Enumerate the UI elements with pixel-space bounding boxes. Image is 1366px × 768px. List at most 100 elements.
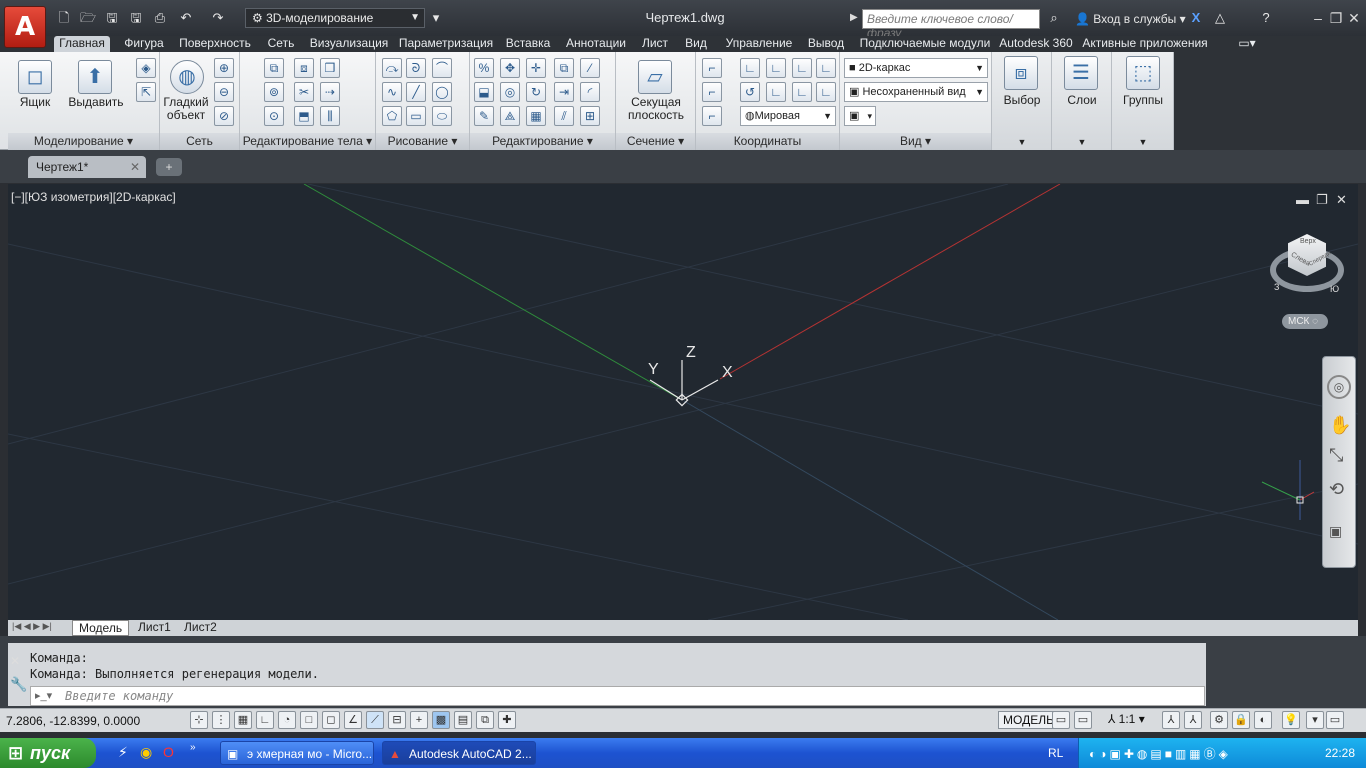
panel-title[interactable]: Координаты [696,133,839,150]
layout-nav-first-icon[interactable]: |◀ ◀ ▶ ▶| [12,621,52,632]
groups-label[interactable]: Группы [1112,94,1174,107]
tab-layout[interactable]: Лист [638,36,672,52]
3d-osnap-icon[interactable]: ◻ [322,711,340,729]
tab-view[interactable]: Вид [680,36,712,52]
quick-properties-icon[interactable]: ▤ [454,711,472,729]
exchange-icon[interactable]: X [1188,10,1204,26]
ucs-object-icon[interactable]: ∟ [816,58,836,78]
chrome-icon[interactable]: ◉ [140,744,152,761]
panel-title[interactable]: Рисование ▾ [376,133,469,150]
ribbon-toggle-icon[interactable]: ▭▾ [1234,36,1260,52]
ucs-face-icon[interactable]: ⌐ [702,82,722,102]
tab-featured-apps[interactable]: Активные приложения [1082,36,1208,52]
language-indicator[interactable]: RL [1048,746,1063,760]
ucs-3point-icon[interactable]: ⌐ [702,106,722,126]
polar-tracking-icon[interactable]: ◔ [278,711,296,729]
polyline-icon[interactable]: ⤼ [382,58,402,78]
edit-icon[interactable]: ✎ [474,106,494,126]
arc-icon[interactable]: ⌒ [432,58,452,78]
model-space-toggle[interactable]: МОДЕЛЬ [998,711,1059,729]
trim-icon[interactable]: ⁄ [580,58,600,78]
section-plane-icon[interactable]: ▱ [638,60,672,94]
drawing-viewport[interactable]: Z Y X ▬ ❐ ✕ З Ю Верх Слева Спереди МСК ◌… [8,184,1358,620]
selection-cube-icon[interactable]: ⧈ [1004,56,1038,90]
viewport-config-combo[interactable]: ▣ ▾ [844,106,876,126]
infer-constraints-icon[interactable]: ⊹ [190,711,208,729]
intersect-icon[interactable]: ⊚ [264,82,284,102]
auto-scale-icon[interactable]: ⅄ [1184,711,1202,729]
union-icon[interactable]: ⧉ [264,58,284,78]
lock-ui-icon[interactable]: 🔒 [1232,711,1250,729]
stretch-icon[interactable]: ⇥ [554,82,574,102]
osnap-icon[interactable]: □ [300,711,318,729]
grid-display-icon[interactable]: ▦ [234,711,252,729]
slice-icon[interactable]: ✂ [294,82,314,102]
tab-insert[interactable]: Вставка [502,36,554,52]
quick-view-drawings-icon[interactable]: ▭ [1074,711,1092,729]
smooth-object-icon[interactable]: ◍ [170,60,204,94]
transparency-icon[interactable]: ▩ [432,711,450,729]
smooth-object-label[interactable]: Гладкий объект [160,96,212,122]
chevron-down-icon[interactable]: ▼ [992,136,1052,149]
binoculars-icon[interactable]: ⌕ [1046,10,1062,26]
section-plane-label[interactable]: Секущая плоскость [618,96,694,122]
chevron-down-icon[interactable]: ▼ [1112,136,1174,149]
tray-icons[interactable]: ◐◑▣✚◍▤■▥▦Ⓑ◈ [1089,745,1231,762]
orbit-icon[interactable]: ⟲ [1329,479,1344,500]
close-button[interactable]: ✕ [1346,10,1362,27]
mesh-remove-icon[interactable]: ⊖ [214,82,234,102]
mesh-add-icon[interactable]: ⊕ [214,58,234,78]
polysolid-icon[interactable]: ◈ [136,58,156,78]
command-customize-icon[interactable]: 🔧 [10,676,27,693]
tab-mesh[interactable]: Сеть [262,36,300,52]
line-icon[interactable]: ╱ [406,82,426,102]
extract-edges-icon[interactable]: ❒ [320,58,340,78]
scale-icon[interactable]: % [474,58,494,78]
ucs-z-icon[interactable]: ∟ [816,82,836,102]
panel-title[interactable]: Сечение ▾ [616,133,695,150]
workspace-selector[interactable]: ⚙ 3D-моделирование ▼ [245,8,425,28]
cursor-coordinates[interactable]: 7.2806, -12.8399, 0.0000 [6,714,140,728]
status-menu-icon[interactable]: ▾ [1306,711,1324,729]
3d-rotate-icon[interactable]: ◎ [500,82,520,102]
help-icon[interactable]: ? [1258,10,1274,26]
expand-arrow-icon[interactable]: ▶ [850,12,858,23]
restore-button[interactable]: ❐ [1328,10,1344,27]
quicklaunch-icon[interactable]: ⚡ [118,744,128,761]
command-input[interactable]: ▸_▾ Введите команду [30,686,1205,706]
minimize-button[interactable]: – [1310,10,1326,26]
viewport-controls-label[interactable]: [−][ЮЗ изометрия][2D-каркас] [11,190,176,204]
command-prompt-icon[interactable]: ▸_▾ [35,689,52,702]
tab-surface[interactable]: Поверхность [176,36,254,52]
viewcube-top-face[interactable]: Верх [1300,238,1316,245]
tab-parametric[interactable]: Параметризация [398,36,494,52]
command-close-icon[interactable]: ✕ [10,654,20,668]
zoom-extents-icon[interactable]: ⤡ [1329,445,1343,466]
tab-solid[interactable]: Фигура [120,36,168,52]
ucs-y-icon[interactable]: ∟ [792,82,812,102]
tab-output[interactable]: Вывод [804,36,848,52]
lineweight-icon[interactable]: + [410,711,428,729]
3d-move-icon[interactable]: ✥ [500,58,520,78]
extrude-button-label[interactable]: Выдавить [66,96,126,109]
tab-home[interactable]: Главная [54,36,110,52]
new-document-tab-button[interactable]: + [156,158,182,176]
new-file-icon[interactable]: 🗋 [56,10,72,26]
annotation-scale[interactable]: ⅄ 1:1 ▾ [1108,712,1145,726]
snap-mode-icon[interactable]: ⋮ [212,711,230,729]
save-as-icon[interactable]: 🖫 [128,10,144,26]
quicklaunch-more-icon[interactable]: » [190,742,196,753]
steering-wheel-icon[interactable]: ◎ [1327,375,1351,399]
hardware-acceleration-icon[interactable]: ◐ [1254,711,1272,729]
polygon-icon[interactable]: ⬠ [382,106,402,126]
ellipse-icon[interactable]: ⬭ [432,106,452,126]
3d-mirror-icon[interactable]: ⟁ [500,106,520,126]
move-icon[interactable]: ✛ [526,58,546,78]
panel-title[interactable]: Вид ▾ [840,133,991,150]
ucs-combo[interactable]: ◍Мировая ▼ [740,106,836,126]
layers-icon[interactable]: ☰ [1064,56,1098,90]
ucs-x-icon[interactable]: ∟ [766,82,786,102]
tab-autodesk360[interactable]: Autodesk 360 [998,36,1074,52]
3d-align-icon[interactable]: ⬓ [474,82,494,102]
panel-title[interactable]: Моделирование ▾ [8,133,159,150]
